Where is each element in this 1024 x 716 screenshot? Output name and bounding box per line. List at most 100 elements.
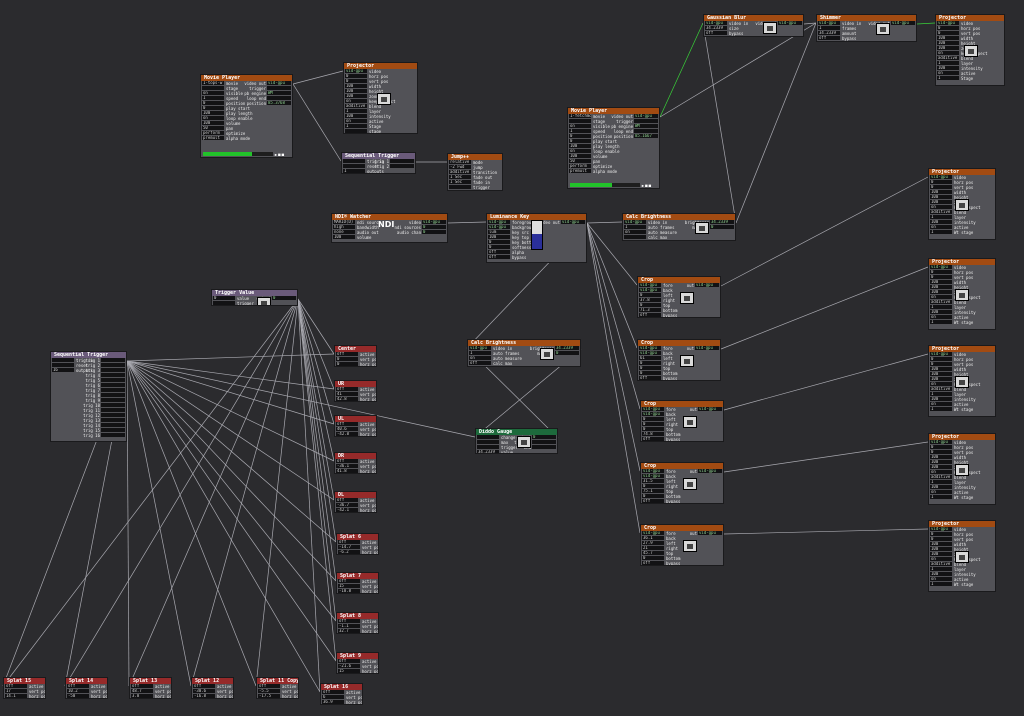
actor-ur[interactable]: URoffactive41vert pos42.8horz pos <box>334 380 377 402</box>
input-value[interactable]: 6 <box>322 695 344 699</box>
input-value[interactable]: vid-gpu <box>930 440 952 444</box>
output-value[interactable] <box>101 428 125 432</box>
input-value[interactable]: 27.9 <box>642 541 664 545</box>
input-value[interactable]: 100 <box>930 285 952 289</box>
output-value[interactable] <box>101 388 125 392</box>
input-value[interactable]: -1.1 <box>338 624 360 628</box>
input-value[interactable]: -36.1 <box>336 464 358 468</box>
input-value[interactable]: 1 <box>345 124 367 128</box>
input-value[interactable] <box>624 235 646 239</box>
input-value[interactable]: high <box>333 225 355 229</box>
actor-center[interactable]: Centeroffactive0vert pos0horz pos <box>334 345 377 367</box>
actor-gblur[interactable]: Gaussian Blurvid-gpuvideo invideo outvid… <box>703 14 804 37</box>
input-value[interactable] <box>449 185 471 189</box>
input-value[interactable]: 1 <box>930 567 952 571</box>
input-value[interactable]: 1 <box>343 169 365 173</box>
input-value[interactable]: 0 <box>642 422 664 426</box>
input-value[interactable]: 0 <box>213 296 235 300</box>
input-value[interactable]: 100 <box>930 455 952 459</box>
input-value[interactable]: off <box>336 498 358 502</box>
input-value[interactable]: 32.7 <box>338 629 360 633</box>
input-value[interactable]: off <box>469 361 491 365</box>
input-value[interactable]: vid-gpu <box>930 527 952 531</box>
transport-controls-icon[interactable]: ▶■■ <box>275 152 285 157</box>
actor-seq_trig_a[interactable]: Sequential Trigger trig in trig 1 reset trig… <box>341 152 416 174</box>
input-value[interactable]: 0 <box>930 357 952 361</box>
input-value[interactable]: on <box>930 557 952 561</box>
input-value[interactable]: 42.8 <box>336 397 358 401</box>
actor-proj_e[interactable]: Projector vid-gpu video 0 horz pos 0 vert pos 1… <box>928 345 996 417</box>
input-value[interactable]: 75.1 <box>642 489 664 493</box>
output-value[interactable] <box>390 164 414 168</box>
actor-jump[interactable]: Jump++ relative mode -2 Fwd jump additive tran… <box>447 153 503 191</box>
input-value[interactable]: 100 <box>202 121 224 125</box>
input-value[interactable]: 0 <box>345 74 367 78</box>
actor-splat13[interactable]: Splat 13offactive48.7vert pos3.8horz pos <box>129 677 172 699</box>
output-value[interactable] <box>101 358 125 362</box>
input-value[interactable]: additive <box>345 104 367 108</box>
input-value[interactable]: premult <box>202 136 224 140</box>
output-value[interactable]: vid-gpu <box>695 346 719 350</box>
input-value[interactable]: vid-gpu <box>639 346 661 350</box>
input-value[interactable]: 31.5 <box>642 479 664 483</box>
input-value[interactable]: off <box>67 684 89 688</box>
output-value[interactable] <box>101 408 125 412</box>
input-value[interactable]: 100 <box>930 547 952 551</box>
input-value[interactable]: off <box>818 36 840 40</box>
input-value[interactable]: -36.7 <box>336 503 358 507</box>
actor-crop3[interactable]: Crop vid-gpu fore out vid-gpu vid-gpu back 0 lef… <box>640 400 724 442</box>
input-value[interactable]: 1-tops-w <box>202 81 224 85</box>
input-value[interactable]: vid-gpu <box>642 469 664 473</box>
input-value[interactable]: 100 <box>930 572 952 576</box>
input-value[interactable]: on <box>930 577 952 581</box>
actor-splat15[interactable]: Splat 15offactive17vert pos14.1horz pos <box>3 677 46 699</box>
input-value[interactable]: 45.7 <box>642 551 664 555</box>
output-value[interactable]: 34.2339 <box>555 346 579 350</box>
output-value[interactable] <box>267 86 291 90</box>
input-value[interactable]: additive <box>937 56 959 60</box>
output-value[interactable] <box>101 393 125 397</box>
input-value[interactable]: off <box>338 579 360 583</box>
input-value[interactable]: none <box>333 230 355 234</box>
input-value[interactable]: on <box>202 91 224 95</box>
input-value[interactable]: 0 <box>642 556 664 560</box>
actor-proj_d[interactable]: Projector vid-gpu video 0 horz pos 0 vert pos 1… <box>928 258 996 330</box>
input-value[interactable]: 100 <box>930 542 952 546</box>
actor-splat14[interactable]: Splat 14offactive10.2vert pos-50horz pos <box>65 677 108 699</box>
input-value[interactable]: 100 <box>930 310 952 314</box>
output-value[interactable]: 0 <box>422 225 446 229</box>
input-value[interactable] <box>569 119 591 123</box>
input-value[interactable]: off <box>336 352 358 356</box>
input-value[interactable] <box>343 159 365 163</box>
input-value[interactable]: off <box>193 684 215 688</box>
input-value[interactable]: 0 <box>642 494 664 498</box>
input-value[interactable]: 1 <box>930 480 952 484</box>
input-value[interactable] <box>52 363 74 367</box>
actor-shimmer[interactable]: Shimmervid-gpuvideo invideo outvid-gpu1f… <box>816 14 917 42</box>
actor-lumkey[interactable]: Luminance Key vid-gpu foreground video out v… <box>486 213 587 263</box>
input-value[interactable]: 10.2 <box>67 689 89 693</box>
input-value[interactable]: 100 <box>930 372 952 376</box>
input-value[interactable]: 0 <box>639 366 661 370</box>
input-value[interactable]: 100 <box>930 195 952 199</box>
input-value[interactable]: 3.8 <box>131 694 153 698</box>
input-value[interactable]: 0 <box>639 293 661 297</box>
output-value[interactable] <box>101 363 125 367</box>
input-value[interactable]: 100 <box>345 89 367 93</box>
input-value[interactable]: off <box>322 690 344 694</box>
input-value[interactable]: 0 <box>202 106 224 110</box>
input-value[interactable]: off <box>338 540 360 544</box>
output-value[interactable] <box>101 398 125 402</box>
output-value[interactable]: WM <box>267 91 291 95</box>
input-value[interactable]: off <box>131 684 153 688</box>
input-value[interactable]: relative <box>449 160 471 164</box>
input-value[interactable]: 0 <box>569 134 591 138</box>
actor-proj_g[interactable]: Projector vid-gpu video 0 horz pos 0 vert pos 1… <box>928 520 996 592</box>
output-value[interactable]: vid-gpu <box>695 283 719 287</box>
actor-splat11[interactable]: Splat 11 Copyoffactive-5.5vert pos-17.5h… <box>256 677 299 699</box>
actor-splat8[interactable]: Splat 8offactive-1.1vert pos32.7horz pos <box>336 612 379 634</box>
input-value[interactable]: off <box>5 684 27 688</box>
input-value[interactable]: 0 <box>930 450 952 454</box>
input-value[interactable] <box>345 129 367 133</box>
input-value[interactable] <box>52 358 74 362</box>
